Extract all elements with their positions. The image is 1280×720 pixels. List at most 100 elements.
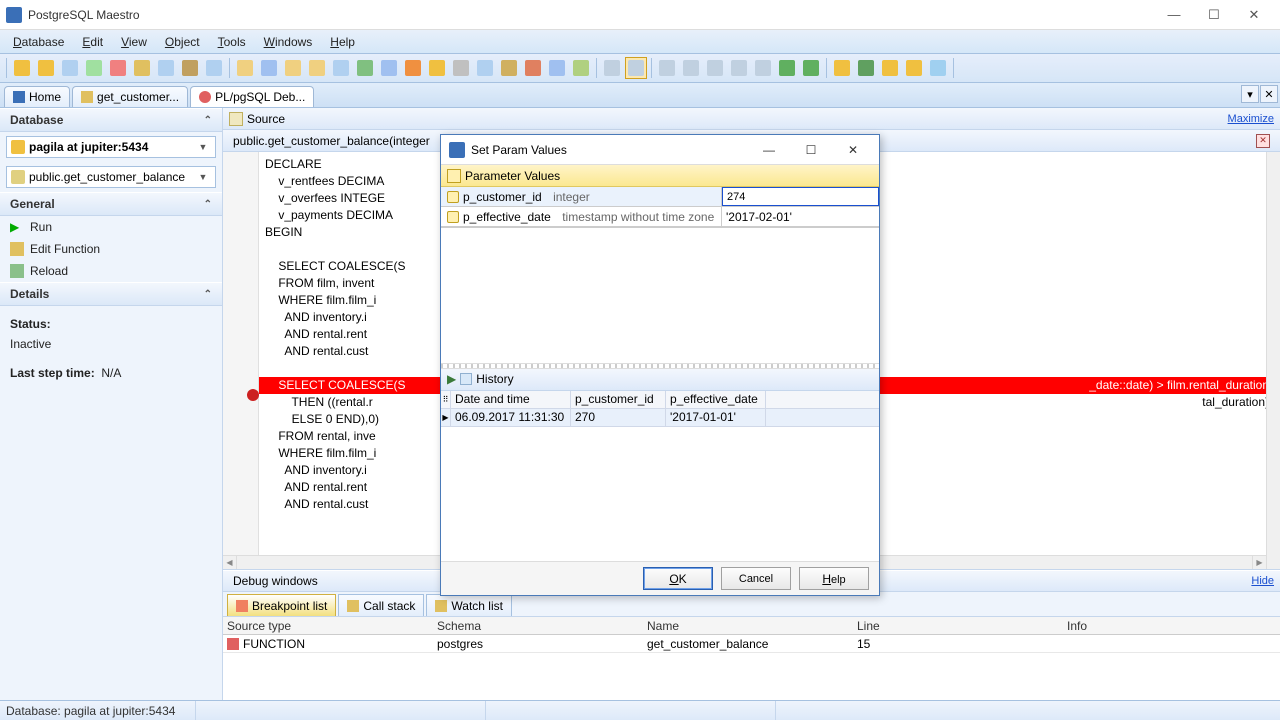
toolbar-button-32[interactable] [927, 57, 949, 79]
toolbar-button-10[interactable] [234, 57, 256, 79]
toolbar-button-18[interactable] [426, 57, 448, 79]
param-customer-id-input[interactable] [722, 187, 879, 206]
toolbar-next-button[interactable] [800, 57, 822, 79]
menu-windows[interactable]: Windows [255, 32, 322, 52]
dialog-titlebar[interactable]: Set Param Values — ☐ ✕ [441, 135, 879, 165]
dialog-maximize-button[interactable]: ☐ [793, 137, 829, 163]
edit-function-link[interactable]: Edit Function [0, 238, 222, 260]
col-source-type[interactable]: Source type [223, 617, 433, 634]
close-source-button[interactable]: ✕ [1256, 134, 1270, 148]
toolbar-button-25[interactable] [656, 57, 678, 79]
main-toolbar [0, 54, 1280, 83]
toolbar-button-28[interactable] [728, 57, 750, 79]
menu-edit[interactable]: Edit [73, 32, 112, 52]
toolbar-globe-icon[interactable] [855, 57, 877, 79]
toolbar-button-4[interactable] [83, 57, 105, 79]
toolbar-button-27[interactable] [704, 57, 726, 79]
col-line[interactable]: Line [853, 617, 1063, 634]
col-info[interactable]: Info [1063, 617, 1280, 634]
tab-call-stack[interactable]: Call stack [338, 594, 424, 616]
toolbar-button-23[interactable] [546, 57, 568, 79]
toolbar-button-16[interactable] [378, 57, 400, 79]
col-name[interactable]: Name [643, 617, 853, 634]
toolbar-button-20[interactable] [474, 57, 496, 79]
reload-link[interactable]: Reload [0, 260, 222, 282]
database-icon [11, 140, 25, 154]
toolbar-button-22[interactable] [522, 57, 544, 79]
tab-watch-list[interactable]: Watch list [426, 594, 512, 616]
toolbar-filter-active-button[interactable] [625, 57, 647, 79]
toolbar-button-24[interactable] [570, 57, 592, 79]
toolbar-button-7[interactable] [155, 57, 177, 79]
run-link[interactable]: ▶Run [0, 216, 222, 238]
toolbar-button-30[interactable] [879, 57, 901, 79]
toolbar-home-icon[interactable] [831, 57, 853, 79]
toolbar-button-12[interactable] [282, 57, 304, 79]
table-row[interactable]: FUNCTION postgres get_customer_balance 1… [223, 635, 1280, 653]
toolbar-prev-button[interactable] [776, 57, 798, 79]
panel-general-header[interactable]: General⌃ [0, 192, 222, 216]
toolbar-button-31[interactable] [903, 57, 925, 79]
toolbar-button-26[interactable] [680, 57, 702, 79]
parameter-grid: p_customer_id integer p_effective_date t… [441, 187, 879, 228]
tab-get-customer[interactable]: get_customer... [72, 86, 188, 107]
database-combo[interactable]: pagila at jupiter:5434▼ [6, 136, 216, 158]
menu-view[interactable]: View [112, 32, 156, 52]
toolbar-button-15[interactable] [354, 57, 376, 79]
param-effective-date-value[interactable]: '2017-02-01' [722, 207, 796, 226]
toolbar-button-17[interactable] [402, 57, 424, 79]
menu-object[interactable]: Object [156, 32, 209, 52]
menu-help[interactable]: Help [321, 32, 364, 52]
history-row[interactable]: ▶ 06.09.2017 11:31:30 270 '2017-01-01' [441, 409, 879, 427]
last-step-value: N/A [101, 366, 121, 380]
cancel-button[interactable]: Cancel [721, 567, 791, 590]
toolbar-button-11[interactable] [258, 57, 280, 79]
col-schema[interactable]: Schema [433, 617, 643, 634]
close-button[interactable]: ✕ [1234, 1, 1274, 29]
vertical-scrollbar[interactable] [1266, 152, 1280, 569]
function-icon [11, 170, 25, 184]
toolbar-button-3[interactable] [59, 57, 81, 79]
tab-home[interactable]: Home [4, 86, 70, 107]
menu-tools[interactable]: Tools [209, 32, 255, 52]
dialog-close-button[interactable]: ✕ [835, 137, 871, 163]
toolbar-button-14[interactable] [330, 57, 352, 79]
col-customer-id[interactable]: p_customer_id [571, 391, 666, 408]
minimize-button[interactable]: — [1154, 1, 1194, 29]
help-button[interactable]: Help [799, 567, 869, 590]
toolbar-button-2[interactable] [35, 57, 57, 79]
maximize-link[interactable]: Maximize [1228, 113, 1274, 125]
col-effective-date[interactable]: p_effective_date [666, 391, 766, 408]
hide-link[interactable]: Hide [1251, 575, 1274, 587]
toolbar-button-13[interactable] [306, 57, 328, 79]
tabs-dropdown-button[interactable]: ▾ [1241, 85, 1259, 103]
tab-debugger[interactable]: PL/pgSQL Deb... [190, 86, 314, 107]
toolbar-button-9[interactable] [203, 57, 225, 79]
param-row-customer-id[interactable]: p_customer_id integer [441, 187, 879, 207]
panel-details-header[interactable]: Details⌃ [0, 282, 222, 306]
menubar: Database Edit View Object Tools Windows … [0, 30, 1280, 54]
breakpoint-list-icon [236, 600, 248, 612]
toolbar-button-6[interactable] [131, 57, 153, 79]
chevron-down-icon: ▼ [195, 142, 211, 152]
tabs-close-button[interactable]: ✕ [1260, 85, 1278, 103]
toolbar-button-1[interactable] [11, 57, 33, 79]
menu-database[interactable]: Database [4, 32, 73, 52]
toolbar-button-29[interactable] [752, 57, 774, 79]
parameter-values-section: Parameter Values [441, 165, 879, 187]
toolbar-button-8[interactable] [179, 57, 201, 79]
ok-button[interactable]: OK [643, 567, 713, 590]
dialog-minimize-button[interactable]: — [751, 137, 787, 163]
toolbar-button-5[interactable] [107, 57, 129, 79]
reload-icon [10, 264, 24, 278]
breakpoint-icon[interactable] [247, 389, 259, 401]
toolbar-button-19[interactable] [450, 57, 472, 79]
col-date-time[interactable]: Date and time [451, 391, 571, 408]
toolbar-button-21[interactable] [498, 57, 520, 79]
tab-breakpoint-list[interactable]: Breakpoint list [227, 594, 336, 616]
function-combo[interactable]: public.get_customer_balance▼ [6, 166, 216, 188]
maximize-button[interactable]: ☐ [1194, 1, 1234, 29]
toolbar-filter-button[interactable] [601, 57, 623, 79]
param-row-effective-date[interactable]: p_effective_date timestamp without time … [441, 207, 879, 227]
panel-database-header[interactable]: Database⌃ [0, 108, 222, 132]
